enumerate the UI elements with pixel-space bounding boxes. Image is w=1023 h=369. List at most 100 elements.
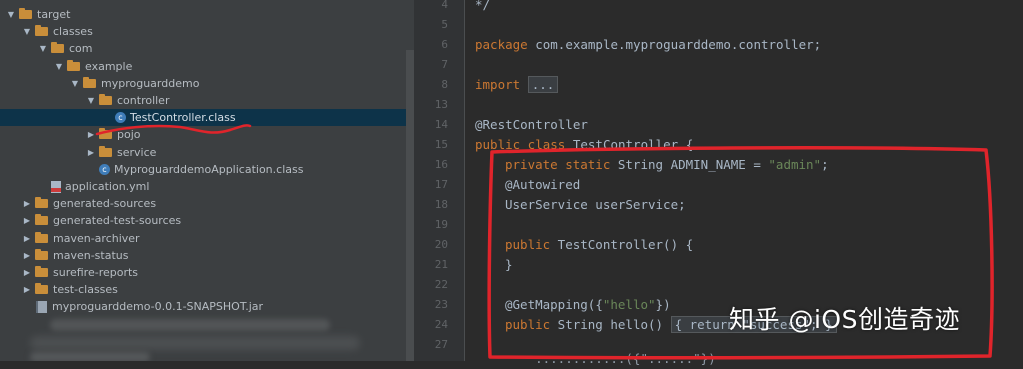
code-line-17: @Autowired [505, 175, 580, 195]
class-file-icon: c [115, 112, 126, 124]
line-number: 7 [441, 58, 448, 71]
tree-item[interactable]: application.yml [0, 178, 406, 195]
yml-file-icon [51, 180, 61, 193]
tree-item-label: generated-sources [53, 197, 157, 211]
tree-item[interactable]: c TestController.class [0, 109, 406, 127]
tree-item[interactable]: ▶ generated-sources [0, 195, 406, 212]
tree-item-label: target [37, 8, 71, 21]
folder-icon [99, 128, 112, 140]
package-name: com.example.myproguarddemo.controller; [527, 37, 822, 52]
line-number: 4 [441, 0, 448, 11]
collapse-arrow-icon[interactable]: ▶ [22, 216, 32, 225]
tree-item[interactable]: ▶ maven-archiver [0, 230, 406, 247]
line-number: 13 [434, 98, 448, 111]
tree-item[interactable]: ▼ com [0, 40, 406, 57]
tree-item[interactable]: ▼ target [0, 6, 406, 23]
tree-item-label: surefire-reports [53, 266, 139, 279]
tree-item[interactable]: ▼ example [0, 58, 406, 75]
tree-item-label: MyproguarddemoApplication.class [114, 162, 304, 176]
expand-arrow-icon[interactable]: ▼ [38, 44, 48, 53]
tree-item[interactable]: c MyproguarddemoApplication.class [0, 161, 406, 178]
import-keyword: import [475, 77, 521, 92]
tree-item[interactable]: ▶ surefire-reports [0, 264, 406, 281]
code-line-partial: ............({"......"}) [505, 349, 716, 369]
public-keyword: public [505, 237, 551, 252]
field-declaration: String ADMIN_NAME = [610, 157, 769, 172]
field-declaration: UserService userService; [505, 197, 686, 212]
redacted-tree-item [50, 319, 330, 331]
line-number: 8 [441, 78, 448, 91]
tree-item[interactable]: ▶ pojo [0, 126, 406, 143]
folder-icon [83, 76, 96, 88]
class-file-icon: c [99, 163, 110, 175]
tree-item-label: TestController.class [130, 111, 236, 125]
tree-item[interactable]: ▶ service [0, 144, 406, 161]
expand-arrow-icon[interactable]: ▼ [70, 79, 80, 88]
folder-icon [35, 248, 48, 260]
collapse-arrow-icon[interactable]: ▶ [86, 130, 96, 139]
tree-item-label: maven-status [53, 248, 129, 262]
string-literal: "admin" [768, 157, 822, 172]
line-number: 22 [434, 278, 448, 291]
tree-item[interactable]: ▼ classes [0, 23, 406, 40]
folder-icon [35, 214, 48, 226]
collapse-arrow-icon[interactable]: ▶ [22, 234, 32, 243]
collapse-arrow-icon[interactable]: ▶ [22, 251, 32, 260]
expand-arrow-icon[interactable]: ▼ [54, 62, 64, 71]
tree-item-label: example [85, 59, 133, 73]
tree-item-label: test-classes [53, 283, 118, 297]
tree-item-label: application.yml [65, 180, 150, 193]
tree-item-label: maven-archiver [53, 231, 140, 245]
collapse-arrow-icon[interactable]: ▶ [22, 268, 32, 277]
tree-item[interactable]: myproguarddemo-0.0.1-SNAPSHOT.jar [0, 298, 406, 315]
tree-item-label: myproguarddemo-0.0.1-SNAPSHOT.jar [52, 300, 264, 314]
line-number: 23 [434, 298, 448, 311]
string-literal: "hello" [602, 297, 656, 312]
code-line-6: package com.example.myproguarddemo.contr… [475, 35, 821, 55]
line-number: 24 [434, 318, 448, 331]
paren-open: ({ [587, 297, 603, 312]
constructor-declaration: TestController() { [550, 237, 694, 252]
folder-icon [35, 25, 48, 37]
expand-arrow-icon[interactable]: ▼ [6, 10, 16, 19]
method-declaration: String hello() [550, 317, 671, 332]
code-line-8: import ... [475, 75, 559, 95]
line-number: 6 [441, 38, 448, 51]
code-line-23: @GetMapping({"hello"}) [505, 295, 671, 315]
get-mapping-annotation: @GetMapping [505, 297, 588, 312]
rest-controller-annotation: @RestController [475, 117, 588, 132]
collapse-arrow-icon[interactable]: ▶ [86, 148, 96, 157]
collapse-arrow-icon[interactable]: ▶ [22, 285, 32, 294]
tree-item[interactable]: ▶ generated-test-sources [0, 212, 406, 229]
tree-item-label: myproguarddemo [101, 76, 200, 90]
redacted-tree-item [30, 336, 360, 350]
code-line-14: @RestController [475, 115, 588, 135]
tree-item-label: service [117, 145, 157, 159]
line-number: 5 [441, 18, 448, 31]
project-tree-panel: ▼ target ▼ classes ▼ com ▼ example ▼ myproguardde… [0, 0, 414, 361]
collapse-arrow-icon[interactable]: ▶ [22, 199, 32, 208]
tree-item[interactable]: ▼ controller [0, 92, 406, 109]
expand-arrow-icon[interactable]: ▼ [22, 27, 32, 36]
tree-scrollbar[interactable] [406, 50, 414, 361]
code-line-21: } [505, 255, 513, 275]
jar-file-icon [36, 300, 47, 313]
package-keyword: package [475, 37, 528, 52]
folder-icon [35, 283, 48, 295]
tree-item[interactable]: ▼ myproguarddemo [0, 75, 406, 92]
folder-icon [99, 94, 112, 105]
code-line-18: UserService userService; [505, 195, 686, 215]
redacted-tree-item [30, 352, 150, 361]
tree-item[interactable]: ▶ test-classes [0, 281, 406, 298]
editor-gutter: 4 5 6 7 8 13 14 15 16 17 18 19 20 21 22 23 24 27 [414, 0, 476, 361]
tree-item-label: classes [53, 25, 93, 39]
class-declaration: TestController { [565, 137, 694, 152]
partial-code: ............({"......"}) [505, 351, 716, 366]
expand-arrow-icon[interactable]: ▼ [86, 96, 96, 105]
tree-item-label: pojo [117, 128, 141, 142]
line-number: 15 [434, 138, 448, 151]
code-line-16: private static String ADMIN_NAME = "admi… [505, 155, 829, 175]
tree-item[interactable]: ▶ maven-status [0, 247, 406, 264]
folded-imports[interactable]: ... [527, 76, 559, 93]
tree-item-label: generated-test-sources [53, 214, 182, 228]
